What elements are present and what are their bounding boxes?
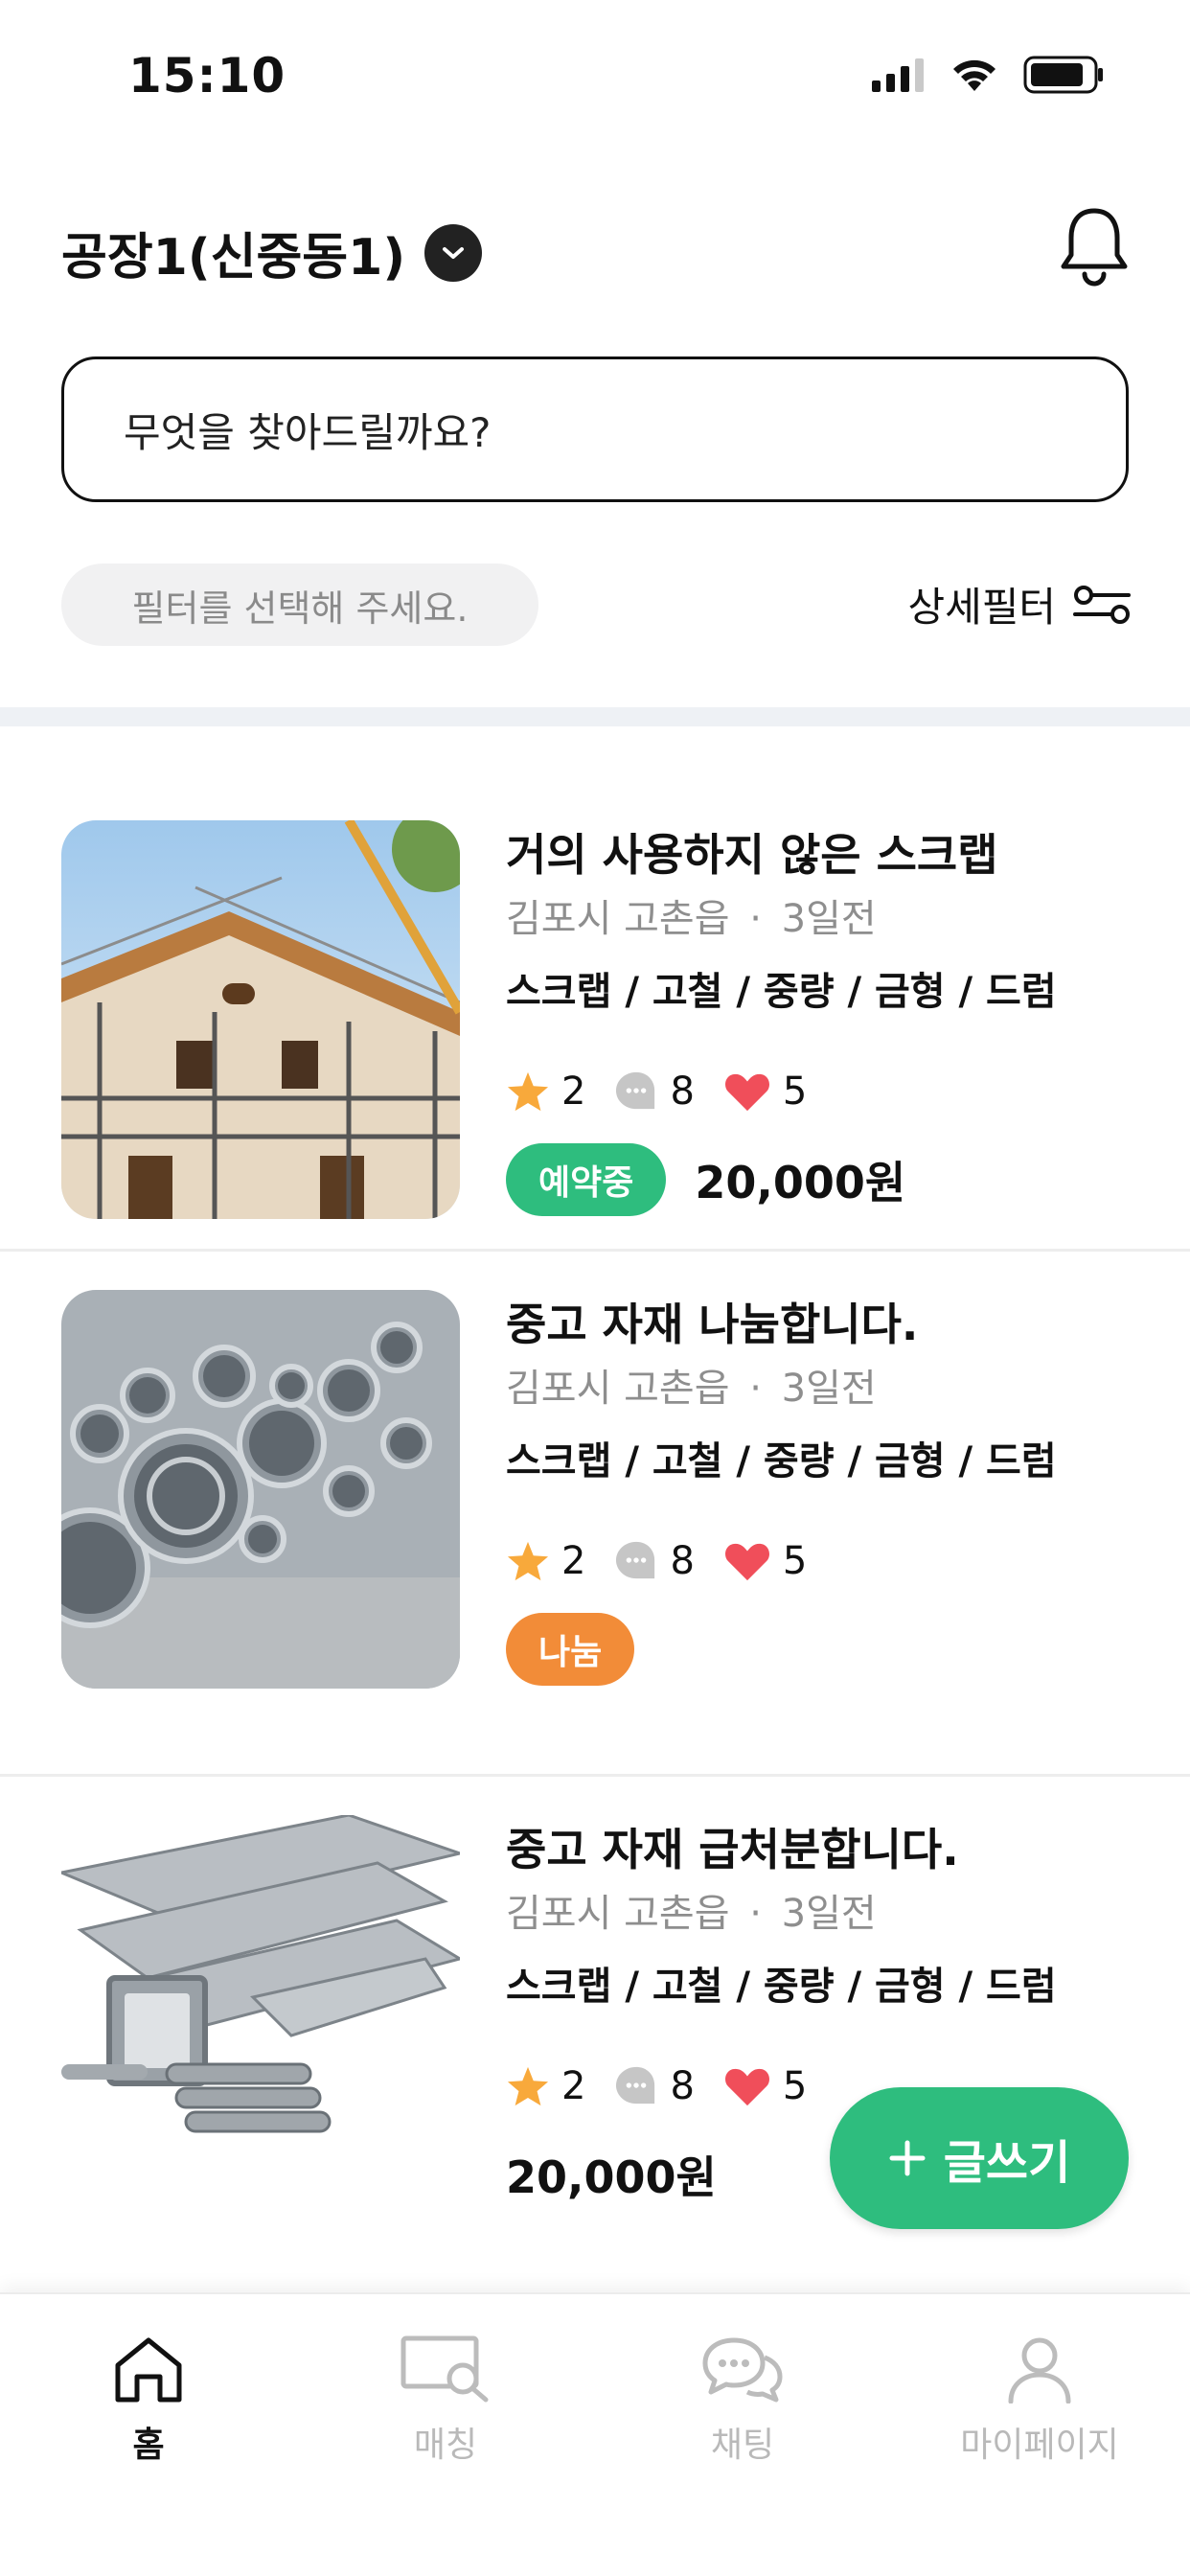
star-stat: 2 xyxy=(506,1539,585,1583)
write-post-button[interactable]: 글쓰기 xyxy=(830,2087,1129,2229)
listing-tags: 스크랩 / 고철 / 중량 / 금형 / 드럼 xyxy=(506,1965,1057,2009)
listing-meta: 김포시 고촌읍 · 3일전 xyxy=(506,1357,1157,1430)
listing-price: 20,000원 xyxy=(506,2151,717,2203)
listing-tags: 스크랩 / 고철 / 중량 / 금형 / 드럼 xyxy=(506,970,1057,1014)
like-stat: 5 xyxy=(723,1539,807,1583)
meta-separator: · xyxy=(749,897,762,941)
chevron-down-icon[interactable] xyxy=(424,223,483,282)
star-icon xyxy=(507,1071,549,1112)
tab-home[interactable]: 홈 xyxy=(0,2334,297,2467)
listing-meta: 김포시 고촌읍 · 3일전 xyxy=(506,887,1157,960)
comment-icon xyxy=(616,2066,655,2104)
bell-icon[interactable] xyxy=(1056,203,1133,289)
battery-icon xyxy=(1023,56,1103,94)
comment-stat: 8 xyxy=(614,1070,695,1114)
listing-meta: 김포시 고촌읍 · 3일전 xyxy=(506,1882,1157,1955)
tab-matching[interactable]: 매칭 xyxy=(297,2334,594,2467)
listing-location: 김포시 고촌읍 xyxy=(506,1367,730,1411)
comment-stat: 8 xyxy=(614,1539,695,1583)
listing-thumbnail-pipes xyxy=(61,1290,460,1689)
listing-info: 중고 자재 나눔합니다. 김포시 고촌읍 · 3일전 스크랩 / 고철 / 중량… xyxy=(506,1290,1157,1692)
tab-matching-label: 매칭 xyxy=(413,2426,478,2465)
status-bar: 15:10 xyxy=(0,0,1190,144)
listing-title: 거의 사용하지 않은 스크랩 xyxy=(506,829,998,881)
listing-info: 거의 사용하지 않은 스크랩 김포시 고촌읍 · 3일전 스크랩 / 고철 / … xyxy=(506,820,1157,1223)
comment-icon xyxy=(616,1071,655,1110)
user-icon xyxy=(1008,2337,1071,2404)
heart-icon xyxy=(724,1543,769,1581)
meta-separator: · xyxy=(749,1367,762,1411)
star-icon xyxy=(507,1541,549,1581)
listing-price: 20,000원 xyxy=(695,1157,906,1208)
detail-filter-button[interactable]: 상세필터 xyxy=(907,575,1133,633)
star-stat: 2 xyxy=(506,1070,585,1114)
listing-thumbnail-house xyxy=(61,820,460,1219)
tab-mypage-label: 마이페이지 xyxy=(960,2426,1119,2465)
like-count: 5 xyxy=(782,1539,808,1583)
like-stat: 5 xyxy=(723,1070,807,1114)
detail-filter-label: 상세필터 xyxy=(907,584,1056,631)
plus-icon xyxy=(889,2140,926,2176)
star-count: 2 xyxy=(561,1539,586,1583)
like-stat: 5 xyxy=(723,2064,807,2108)
tab-chat-label: 채팅 xyxy=(710,2426,775,2465)
tab-chat[interactable]: 채팅 xyxy=(594,2334,891,2467)
filter-sliders-icon xyxy=(1073,585,1131,624)
location-label: 공장1(신중동1) xyxy=(61,229,406,287)
star-count: 2 xyxy=(561,2064,586,2108)
listing-location: 김포시 고촌읍 xyxy=(506,1892,730,1936)
matching-search-icon xyxy=(400,2335,489,2403)
status-badge-reserved: 예약중 xyxy=(506,1143,667,1216)
star-stat: 2 xyxy=(506,2064,585,2108)
listing-item[interactable]: 거의 사용하지 않은 스크랩 김포시 고촌읍 · 3일전 스크랩 / 고철 / … xyxy=(0,726,1190,1252)
like-count: 5 xyxy=(782,1070,808,1114)
chat-bubbles-icon xyxy=(702,2337,783,2403)
signal-icon xyxy=(872,58,924,92)
wifi-icon xyxy=(953,59,995,91)
listing-thumbnail-steel xyxy=(61,1815,460,2214)
comment-count: 8 xyxy=(670,1539,695,1583)
comment-stat: 8 xyxy=(614,2064,695,2108)
heart-icon xyxy=(724,1073,769,1112)
comment-icon xyxy=(616,1541,655,1579)
status-badge-share: 나눔 xyxy=(506,1613,635,1686)
listing-stats: 2 8 5 xyxy=(506,1046,1157,1137)
bottom-tab-bar: 홈 매칭 채팅 마이페이지 xyxy=(0,2292,1190,2576)
listing-title: 중고 자재 나눔합니다. xyxy=(506,1299,919,1350)
status-icons xyxy=(872,56,1104,94)
status-time: 15:10 xyxy=(128,48,286,104)
star-icon xyxy=(507,2066,549,2106)
listing-tags: 스크랩 / 고철 / 중량 / 금형 / 드럼 xyxy=(506,1439,1057,1484)
tab-home-label: 홈 xyxy=(132,2426,165,2465)
listing-item[interactable]: 중고 자재 나눔합니다. 김포시 고촌읍 · 3일전 스크랩 / 고철 / 중량… xyxy=(0,1252,1190,1777)
heart-icon xyxy=(724,2068,769,2106)
write-post-label: 글쓰기 xyxy=(943,2136,1071,2190)
comment-count: 8 xyxy=(670,2064,695,2108)
location-selector[interactable]: 공장1(신중동1) xyxy=(61,217,483,288)
section-divider xyxy=(0,707,1190,726)
listing-title: 중고 자재 급처분합니다. xyxy=(506,1824,959,1875)
listing-bottom-row: 예약중 20,000원 xyxy=(506,1137,1157,1223)
tab-mypage[interactable]: 마이페이지 xyxy=(891,2334,1188,2467)
like-count: 5 xyxy=(782,2064,808,2108)
search-placeholder: 무엇을 찾아드릴까요? xyxy=(124,408,492,456)
header: 공장1(신중동1) xyxy=(0,192,1190,307)
listing-stats: 2 8 5 xyxy=(506,1516,1157,1606)
filter-select[interactable]: 필터를 선택해 주세요. xyxy=(61,564,538,646)
comment-count: 8 xyxy=(670,1070,695,1114)
home-icon xyxy=(115,2337,182,2403)
meta-separator: · xyxy=(749,1892,762,1936)
star-count: 2 xyxy=(561,1070,586,1114)
listing-time: 3일전 xyxy=(781,897,877,941)
listing-location: 김포시 고촌읍 xyxy=(506,897,730,941)
listing-bottom-row: 나눔 xyxy=(506,1606,1157,1692)
listing-time: 3일전 xyxy=(781,1367,877,1411)
listing-time: 3일전 xyxy=(781,1892,877,1936)
filter-placeholder: 필터를 선택해 주세요. xyxy=(131,586,469,630)
search-input[interactable]: 무엇을 찾아드릴까요? xyxy=(61,356,1129,502)
